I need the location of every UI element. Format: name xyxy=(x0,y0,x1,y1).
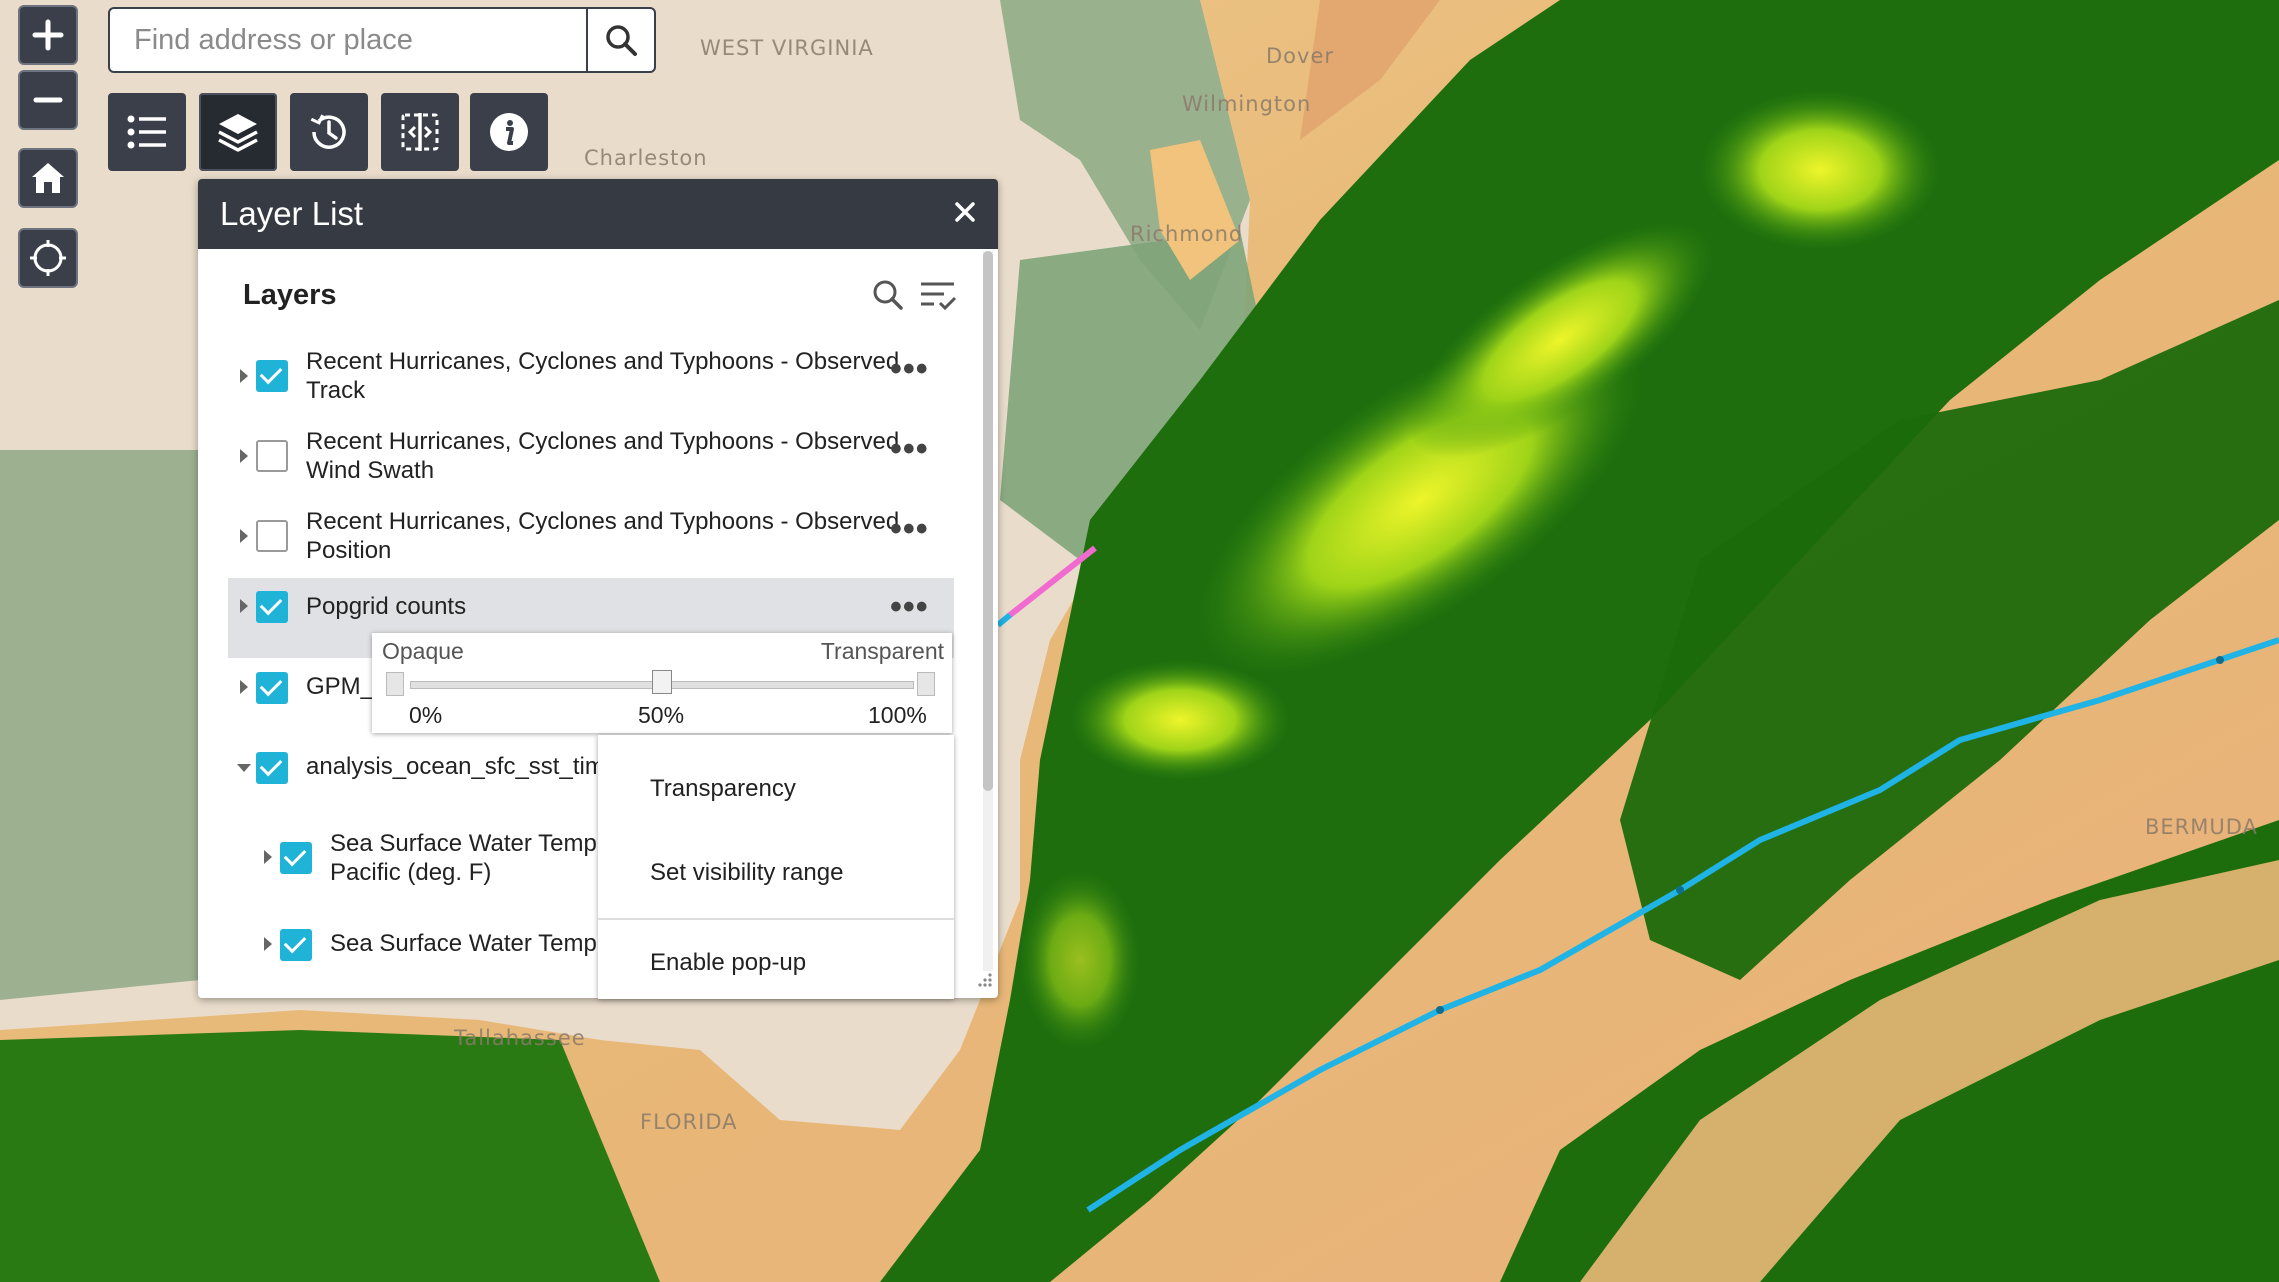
expand-caret[interactable] xyxy=(240,449,248,463)
minus-icon xyxy=(33,97,63,103)
info-icon xyxy=(490,113,528,151)
map-label: Tallahassee xyxy=(454,1026,586,1050)
layer-visibility-checkbox[interactable] xyxy=(256,672,288,704)
track-point[interactable] xyxy=(1676,886,1684,894)
layer-name-continued: Pacific (deg. F) xyxy=(330,859,492,886)
layer-name: Sea Surface Water Temp xyxy=(330,830,597,857)
layer-name: Popgrid counts xyxy=(306,593,467,620)
swipe-widget-button[interactable] xyxy=(381,93,459,171)
slider-tick-label: 0% xyxy=(409,702,443,728)
close-icon xyxy=(955,201,975,222)
expand-caret[interactable] xyxy=(240,369,248,383)
search-input[interactable] xyxy=(110,9,586,71)
expand-caret[interactable] xyxy=(240,529,248,543)
locate-button[interactable] xyxy=(18,228,78,288)
precip-glow-5 xyxy=(1020,870,1140,1050)
track-point[interactable] xyxy=(1436,1006,1444,1014)
precip-glow-3 xyxy=(1700,90,1940,250)
map-label: FLORIDA xyxy=(640,1110,738,1134)
layer-name: Recent Hurricanes, Cyclones and Typhoons… xyxy=(306,348,900,375)
map-label: Charleston xyxy=(584,146,708,170)
layer-options-menu-button[interactable]: ••• xyxy=(890,512,929,546)
layer-options-menu-button[interactable]: ••• xyxy=(890,352,929,386)
collapse-caret[interactable] xyxy=(237,764,251,772)
map-label: WEST VIRGINIA xyxy=(700,36,874,60)
map-label: BERMUDA xyxy=(2145,815,2258,839)
layer-list-widget-button[interactable] xyxy=(199,93,277,171)
menu-divider xyxy=(598,918,954,920)
resize-grip-icon[interactable] xyxy=(976,971,994,994)
legend-icon xyxy=(127,115,166,149)
search-icon xyxy=(873,280,903,310)
layer-row: Recent Hurricanes, Cyclones and Typhoons… xyxy=(228,427,954,485)
layer-context-menu: Transparency Set visibility range Enable… xyxy=(598,735,954,999)
layer-visibility-checkbox[interactable] xyxy=(256,440,288,472)
transparency-slider-thumb[interactable] xyxy=(652,670,672,694)
menu-item-visibility-range[interactable]: Set visibility range xyxy=(650,859,843,887)
zoom-in-button[interactable] xyxy=(18,5,78,65)
layer-name: Recent Hurricanes, Cyclones and Typhoons… xyxy=(306,428,900,455)
layer-visibility-checkbox[interactable] xyxy=(280,842,312,874)
layers-heading: Layers xyxy=(243,279,337,311)
slider-min-label: Opaque xyxy=(382,638,464,664)
slider-tick-label: 100% xyxy=(868,702,927,728)
layer-visibility-checkbox[interactable] xyxy=(256,591,288,623)
legend-widget-button[interactable] xyxy=(108,93,186,171)
expand-caret[interactable] xyxy=(264,850,272,864)
expand-caret[interactable] xyxy=(264,937,272,951)
layer-name-continued: Wind Swath xyxy=(306,457,435,484)
scrollbar-thumb[interactable] xyxy=(983,251,993,791)
map-label: Dover xyxy=(1266,44,1334,68)
layer-name: Sea Surface Water Temp xyxy=(330,930,597,957)
layer-name: Recent Hurricanes, Cyclones and Typhoons… xyxy=(306,508,900,535)
layer-visibility-checkbox[interactable] xyxy=(256,752,288,784)
slider-increase-button[interactable] xyxy=(917,672,935,696)
precip-glow-4 xyxy=(1070,660,1290,780)
panel-title: Layer List xyxy=(220,195,364,232)
transparency-slider-popup: Opaque Transparent 0% 50% 100% xyxy=(372,633,952,733)
layer-row: Recent Hurricanes, Cyclones and Typhoons… xyxy=(228,347,954,405)
layer-name-continued: Position xyxy=(306,537,392,564)
search-button[interactable] xyxy=(586,9,654,71)
layer-row: Recent Hurricanes, Cyclones and Typhoons… xyxy=(228,507,954,565)
layers-icon xyxy=(218,114,258,152)
slider-tick-label: 50% xyxy=(638,702,685,728)
slider-max-label: Transparent xyxy=(820,638,944,664)
filter-list-icon xyxy=(921,282,957,311)
about-widget-button[interactable] xyxy=(470,93,548,171)
land-green-west xyxy=(0,450,200,1000)
precip-band-south xyxy=(0,1030,660,1282)
layer-options-menu-button[interactable]: ••• xyxy=(890,432,929,466)
search-icon xyxy=(606,25,637,56)
zoom-out-button[interactable] xyxy=(18,70,78,130)
map-label: Richmond xyxy=(1130,222,1244,246)
layer-visibility-checkbox[interactable] xyxy=(256,520,288,552)
close-button[interactable] xyxy=(954,201,976,228)
expand-caret[interactable] xyxy=(240,599,248,613)
locate-icon xyxy=(30,240,66,276)
slider-decrease-button[interactable] xyxy=(386,672,404,696)
search-layers-button[interactable] xyxy=(870,277,906,318)
layer-options-button[interactable] xyxy=(918,277,958,318)
layer-visibility-checkbox[interactable] xyxy=(256,360,288,392)
plus-icon xyxy=(32,19,64,51)
panel-header: Layer List xyxy=(198,179,998,249)
layer-options-menu-button[interactable]: ••• xyxy=(890,590,929,624)
expand-caret[interactable] xyxy=(240,680,248,694)
home-icon xyxy=(32,163,64,193)
layer-name: GPM_ xyxy=(306,673,375,700)
time-slider-widget-button[interactable] xyxy=(290,93,368,171)
track-point[interactable] xyxy=(2216,656,2224,664)
menu-item-enable-popup[interactable]: Enable pop-up xyxy=(650,949,806,977)
layer-name-continued: Track xyxy=(306,377,366,404)
layer-visibility-checkbox[interactable] xyxy=(280,929,312,961)
layer-name: analysis_ocean_sfc_sst_tim xyxy=(306,753,605,780)
panel-scrollbar[interactable] xyxy=(983,251,993,971)
menu-item-transparency[interactable]: Transparency xyxy=(650,775,796,803)
swipe-icon xyxy=(401,113,439,151)
map-label: Wilmington xyxy=(1182,92,1312,116)
history-icon xyxy=(310,114,346,149)
search-box xyxy=(108,7,656,73)
home-button[interactable] xyxy=(18,148,78,208)
